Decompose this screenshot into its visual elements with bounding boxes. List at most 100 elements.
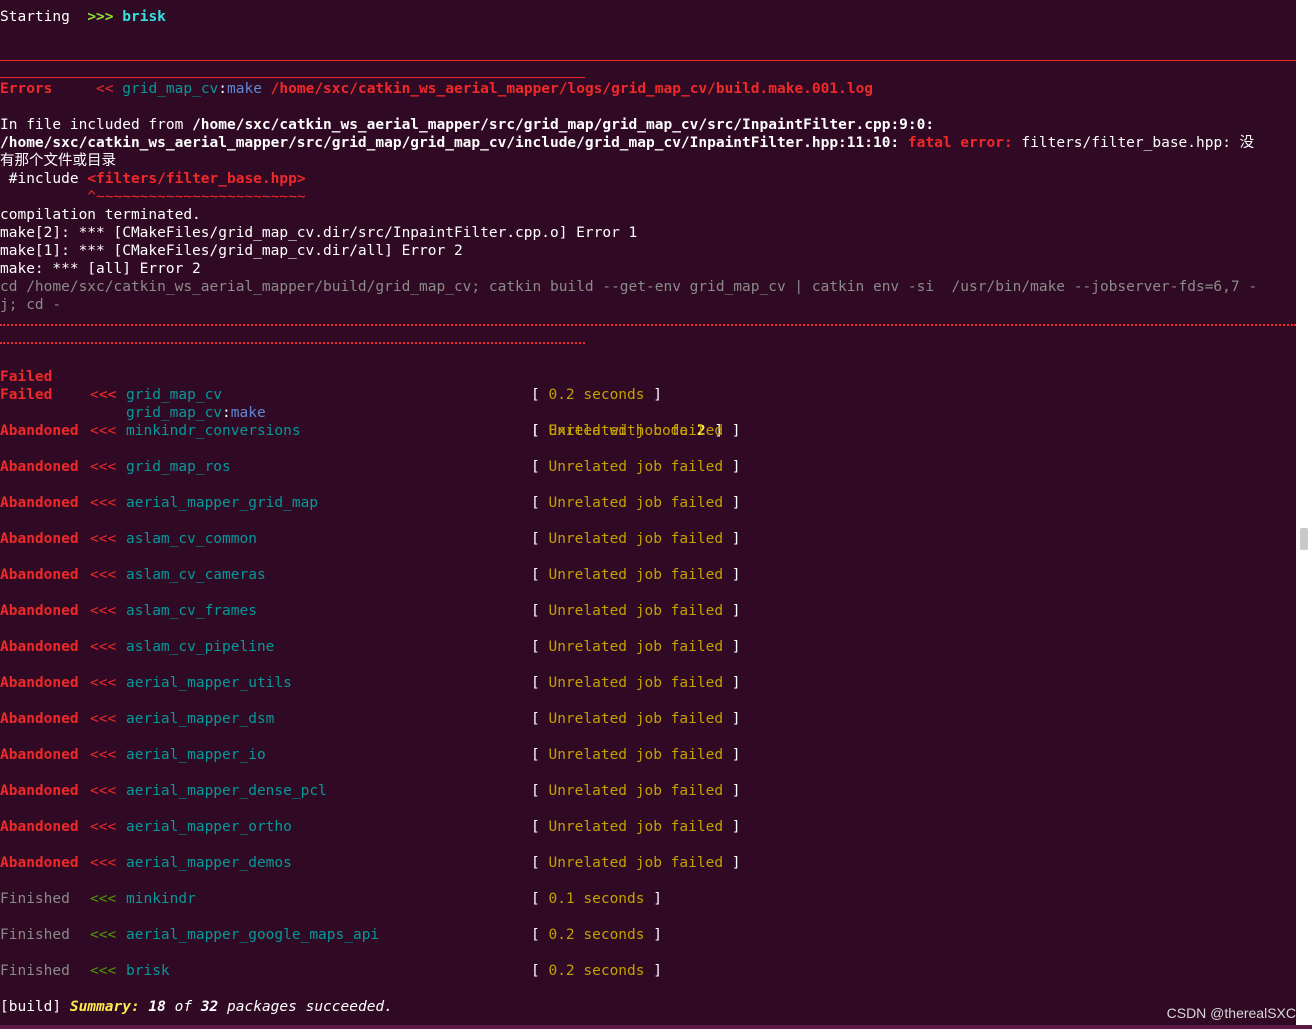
job-status: [ Unrelated job failed ] <box>531 675 741 691</box>
job-row: Abandoned <<< aslam_cv_common [ Unrelated j… <box>0 530 1296 548</box>
fatal-error-line-cont: 有那个文件或目录 <box>0 153 116 169</box>
job-arrows: <<< <box>90 459 117 475</box>
job-status: [ Unrelated job failed ] <box>531 819 741 835</box>
job-status-label: Finished <box>0 963 70 979</box>
job-package: aerial_mapper_io <box>126 747 266 763</box>
job-status-text: 0.2 seconds <box>548 927 645 943</box>
job-status-label: Abandoned <box>0 711 79 727</box>
job-status-text: Unrelated job failed <box>548 783 724 799</box>
job-package: aerial_mapper_dsm <box>126 711 275 727</box>
compilation-terminated: compilation terminated. <box>0 207 201 223</box>
job-status-label: Abandoned <box>0 531 79 547</box>
job-row: Abandoned <<< aslam_cv_pipeline [ Unrelated… <box>0 638 1296 656</box>
job-arrows: <<< <box>90 567 117 583</box>
job-package: aslam_cv_common <box>126 531 257 547</box>
starting-arrows: >>> <box>87 9 114 25</box>
job-row: Abandoned <<< aslam_cv_cameras [ Unrelated … <box>0 566 1296 584</box>
job-status: [ 0.1 seconds ] <box>531 891 662 907</box>
job-status: [ Unrelated job failed ] <box>531 783 741 799</box>
header-path: /home/sxc/catkin_ws_aerial_mapper/src/gr… <box>0 135 908 151</box>
job-status: [ Unrelated job failed ] <box>531 423 741 439</box>
job-arrows: <<< <box>90 819 117 835</box>
job-status-label: Abandoned <box>0 675 79 691</box>
job-status: [ Unrelated job failed ] <box>531 855 741 871</box>
cd-command-line-wrap: j; cd - <box>0 297 62 313</box>
errors-label: Errors <box>0 81 53 97</box>
scrollbar-thumb[interactable] <box>1300 528 1308 550</box>
make1-line: make[1]: *** [CMakeFiles/grid_map_cv.dir… <box>0 243 463 259</box>
job-package: aslam_cv_pipeline <box>126 639 275 655</box>
job-status: [ Unrelated job failed ] <box>531 567 741 583</box>
summary-total: 32 <box>200 999 219 1015</box>
make0-line: make: *** [all] Error 2 <box>0 261 201 277</box>
job-status-text: Unrelated job failed <box>548 603 724 619</box>
job-status-label: Finished <box>0 891 70 907</box>
job-status-label: Abandoned <box>0 747 79 763</box>
missing-file: filters/filter_base.hpp: 没 <box>1012 135 1255 151</box>
watermark: CSDN @therealSXC <box>1166 1005 1296 1021</box>
included-from-line: In file included from /home/sxc/catkin_w… <box>0 117 935 133</box>
job-row: Abandoned <<< grid_map_ros [ Unrelated job … <box>0 458 1296 476</box>
caret-line: ^~~~~~~~~~~~~~~~~~~~~~~~~ <box>0 189 306 205</box>
starting-label: Starting <box>0 9 70 25</box>
job-arrows: <<< <box>90 855 117 871</box>
job-arrows: <<< <box>90 783 117 799</box>
include-line: #include <filters/filter_base.hpp> <box>0 171 306 187</box>
job-status: [ Unrelated job failed ] <box>531 495 741 511</box>
include-target: <filters/filter_base.hpp> <box>87 171 306 187</box>
errors-package: grid_map_cv <box>122 81 219 97</box>
job-status-label: Finished <box>0 927 70 943</box>
job-status-text: 0.2 seconds <box>548 963 645 979</box>
terminal-window[interactable]: Starting >>> brisk Errors << grid_map_cv… <box>0 0 1296 1029</box>
job-status-text: Unrelated job failed <box>548 747 724 763</box>
job-status: [ Unrelated job failed ] <box>531 603 741 619</box>
job-status-text: Unrelated job failed <box>548 459 724 475</box>
job-status-text: Unrelated job failed <box>548 855 724 871</box>
job-status: [ 0.2 seconds ] <box>531 387 662 403</box>
errors-header-line: Errors << grid_map_cv:make /home/sxc/cat… <box>0 81 874 97</box>
job-arrows: <<< <box>90 639 117 655</box>
error-separator-bottom-wrap <box>0 342 585 344</box>
job-package: aerial_mapper_utils <box>126 675 292 691</box>
included-path: /home/sxc/catkin_ws_aerial_mapper/src/gr… <box>192 117 935 133</box>
job-arrows: <<< <box>90 423 117 439</box>
job-arrows: <<< <box>90 891 117 907</box>
job-row: Finished <<< brisk [ 0.2 seconds ] <box>0 962 1296 980</box>
job-status-text: Unrelated job failed <box>548 675 724 691</box>
job-status-text: Unrelated job failed <box>548 567 724 583</box>
job-arrows: <<< <box>90 675 117 691</box>
job-package: grid_map_ros <box>126 459 231 475</box>
job-arrows: <<< <box>90 963 117 979</box>
starting-package: brisk <box>122 9 166 25</box>
job-row: Finished <<< aerial_mapper_google_maps_api… <box>0 926 1296 944</box>
job-status-label: Abandoned <box>0 423 79 439</box>
job-status-text: Unrelated job failed <box>548 639 724 655</box>
job-package: aerial_mapper_demos <box>126 855 292 871</box>
job-status-text: Unrelated job failed <box>548 423 724 439</box>
job-status-text: 0.1 seconds <box>548 891 645 907</box>
error-separator-bottom <box>0 324 1296 326</box>
scrollbar[interactable] <box>1296 0 1312 1029</box>
job-row: Abandoned <<< aerial_mapper_utils [ Unrelat… <box>0 674 1296 692</box>
job-status: [ 0.2 seconds ] <box>531 963 662 979</box>
job-status-label: Abandoned <box>0 495 79 511</box>
job-status-text: Unrelated job failed <box>548 819 724 835</box>
job-row: Abandoned <<< aerial_mapper_dense_pcl [ Unr… <box>0 782 1296 800</box>
job-package: aerial_mapper_grid_map <box>126 495 319 511</box>
job-status: [ Unrelated job failed ] <box>531 747 741 763</box>
job-status: [ Unrelated job failed ] <box>531 711 741 727</box>
job-arrows: <<< <box>90 495 117 511</box>
job-arrows: <<< <box>90 927 117 943</box>
job-row: Abandoned <<< aerial_mapper_dsm [ Unrelated… <box>0 710 1296 728</box>
job-row: Finished <<< minkindr [ 0.1 seconds ] <box>0 890 1296 908</box>
job-status-label: Abandoned <box>0 819 79 835</box>
job-status-label: Abandoned <box>0 855 79 871</box>
job-row: Failed <<< grid_map_cv [ 0.2 seconds ] <box>0 386 1296 404</box>
failed-make-row: Failed << grid_map_cv:make [ Exited with… <box>0 369 724 439</box>
job-status: [ Unrelated job failed ] <box>531 459 741 475</box>
job-status-label: Abandoned <box>0 639 79 655</box>
error-separator-top-wrap <box>0 77 585 78</box>
job-package: minkindr_conversions <box>126 423 301 439</box>
job-status-text: Unrelated job failed <box>548 531 724 547</box>
job-row: Abandoned <<< aerial_mapper_io [ Unrelated … <box>0 746 1296 764</box>
